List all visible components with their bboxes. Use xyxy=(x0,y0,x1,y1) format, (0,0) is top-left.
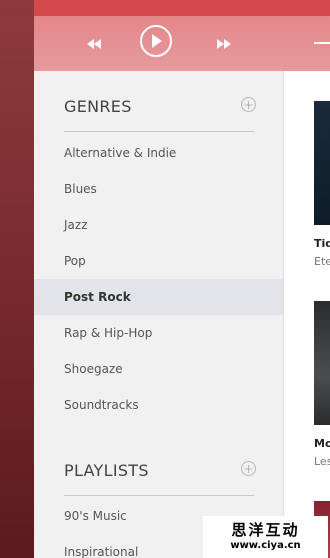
play-icon xyxy=(152,34,162,48)
progress-indicator[interactable] xyxy=(314,42,330,44)
player-top-strip xyxy=(34,0,330,16)
add-genre-icon[interactable]: + xyxy=(241,97,256,112)
sidebar-item-rap-hip-hop[interactable]: Rap & Hip-Hop xyxy=(34,315,283,351)
album-artist: Ete xyxy=(314,255,330,268)
fast-forward-button[interactable] xyxy=(214,34,234,54)
sidebar-item-soundtracks[interactable]: Soundtracks xyxy=(34,387,283,423)
sidebar-item-shoegaze[interactable]: Shoegaze xyxy=(34,351,283,387)
playlists-title: PLAYLISTS xyxy=(64,461,149,480)
fast-forward-icon xyxy=(217,39,231,49)
album-title[interactable]: Tid xyxy=(314,237,330,250)
sidebar-item-post-rock[interactable]: Post Rock xyxy=(34,279,283,315)
music-app-window: GENRES + Alternative & Indie Blues Jazz … xyxy=(34,0,330,558)
album-cover[interactable] xyxy=(314,301,330,425)
watermark: 思洋互动 www.ciya.cn xyxy=(203,516,328,558)
album-grid: Tid Ete Mo Les xyxy=(284,71,330,558)
rewind-icon xyxy=(87,39,101,49)
genres-header: GENRES + xyxy=(64,97,256,137)
album-cover[interactable] xyxy=(314,101,330,225)
add-playlist-icon[interactable]: + xyxy=(241,461,256,476)
album-title[interactable]: Mo xyxy=(314,437,330,450)
sidebar-item-blues[interactable]: Blues xyxy=(34,171,283,207)
watermark-chinese: 思洋互动 xyxy=(231,521,300,539)
play-button[interactable] xyxy=(140,25,172,57)
album-artist: Les xyxy=(314,455,330,468)
watermark-url: www.ciya.cn xyxy=(230,540,301,551)
rewind-button[interactable] xyxy=(84,34,104,54)
sidebar-item-alternative-indie[interactable]: Alternative & Indie xyxy=(34,135,283,171)
sidebar-item-pop[interactable]: Pop xyxy=(34,243,283,279)
background-window xyxy=(0,0,34,558)
genres-divider xyxy=(64,131,254,132)
sidebar-item-jazz[interactable]: Jazz xyxy=(34,207,283,243)
playlists-divider xyxy=(64,495,254,496)
genres-title: GENRES xyxy=(64,97,132,116)
player-controls-bar xyxy=(34,16,330,71)
playlists-header: PLAYLISTS + xyxy=(64,461,256,501)
sidebar: GENRES + Alternative & Indie Blues Jazz … xyxy=(34,71,284,558)
